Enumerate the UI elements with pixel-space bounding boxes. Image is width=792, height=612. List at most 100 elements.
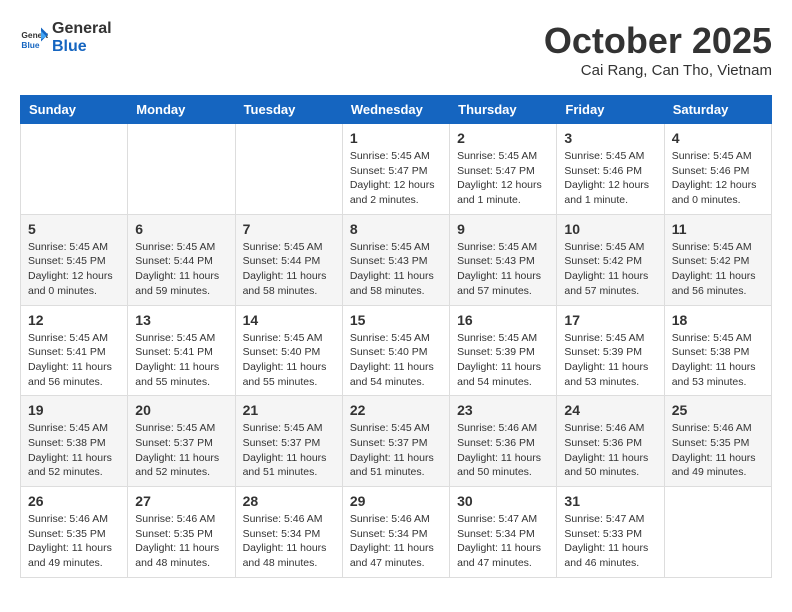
- calendar-cell: 13 Sunrise: 5:45 AM Sunset: 5:41 PM Dayli…: [128, 305, 235, 396]
- day-info: Sunrise: 5:45 AM Sunset: 5:39 PM Dayligh…: [457, 331, 549, 390]
- day-info: Sunrise: 5:45 AM Sunset: 5:38 PM Dayligh…: [672, 331, 764, 390]
- calendar-cell: 29 Sunrise: 5:46 AM Sunset: 5:34 PM Dayli…: [342, 487, 449, 578]
- calendar-cell: 31 Sunrise: 5:47 AM Sunset: 5:33 PM Dayli…: [557, 487, 664, 578]
- calendar-cell: 10 Sunrise: 5:45 AM Sunset: 5:42 PM Dayli…: [557, 214, 664, 305]
- day-info: Sunrise: 5:45 AM Sunset: 5:38 PM Dayligh…: [28, 421, 120, 480]
- calendar-week-row: 1 Sunrise: 5:45 AM Sunset: 5:47 PM Daylig…: [21, 124, 772, 215]
- day-number: 19: [28, 402, 120, 418]
- calendar-cell: 20Sunrise: 5:45 AM Sunset: 5:37 PM Dayli…: [128, 396, 235, 487]
- day-number: 5: [28, 221, 120, 237]
- logo-general-text: General: [52, 20, 112, 38]
- calendar-cell: 26 Sunrise: 5:46 AM Sunset: 5:35 PM Dayli…: [21, 487, 128, 578]
- day-info: Sunrise: 5:45 AM Sunset: 5:46 PM Dayligh…: [672, 149, 764, 208]
- day-info: Sunrise: 5:45 AM Sunset: 5:37 PM Dayligh…: [350, 421, 442, 480]
- day-number: 11: [672, 221, 764, 237]
- calendar-cell: 27 Sunrise: 5:46 AM Sunset: 5:35 PM Dayli…: [128, 487, 235, 578]
- day-info: Sunrise: 5:46 AM Sunset: 5:35 PM Dayligh…: [135, 512, 227, 571]
- day-number: 18: [672, 312, 764, 328]
- calendar-cell: 30Sunrise: 5:47 AM Sunset: 5:34 PM Dayli…: [450, 487, 557, 578]
- column-header-sunday: Sunday: [21, 96, 128, 124]
- column-header-monday: Monday: [128, 96, 235, 124]
- day-info: Sunrise: 5:45 AM Sunset: 5:42 PM Dayligh…: [672, 240, 764, 299]
- calendar-cell: 9 Sunrise: 5:45 AM Sunset: 5:43 PM Daylig…: [450, 214, 557, 305]
- logo: General Blue General Blue: [20, 20, 112, 55]
- calendar-cell: 11 Sunrise: 5:45 AM Sunset: 5:42 PM Dayli…: [664, 214, 771, 305]
- calendar-cell: 2 Sunrise: 5:45 AM Sunset: 5:47 PM Daylig…: [450, 124, 557, 215]
- day-info: Sunrise: 5:45 AM Sunset: 5:43 PM Dayligh…: [350, 240, 442, 299]
- day-number: 15: [350, 312, 442, 328]
- day-info: Sunrise: 5:45 AM Sunset: 5:47 PM Dayligh…: [350, 149, 442, 208]
- day-number: 9: [457, 221, 549, 237]
- calendar-cell: 22 Sunrise: 5:45 AM Sunset: 5:37 PM Dayli…: [342, 396, 449, 487]
- day-info: Sunrise: 5:47 AM Sunset: 5:33 PM Dayligh…: [564, 512, 656, 571]
- day-info: Sunrise: 5:45 AM Sunset: 5:43 PM Dayligh…: [457, 240, 549, 299]
- calendar-cell: 16 Sunrise: 5:45 AM Sunset: 5:39 PM Dayli…: [450, 305, 557, 396]
- day-number: 20: [135, 402, 227, 418]
- day-number: 13: [135, 312, 227, 328]
- calendar-cell: 28Sunrise: 5:46 AM Sunset: 5:34 PM Dayli…: [235, 487, 342, 578]
- day-number: 8: [350, 221, 442, 237]
- calendar-cell: 6 Sunrise: 5:45 AM Sunset: 5:44 PM Daylig…: [128, 214, 235, 305]
- calendar-header-row: SundayMondayTuesdayWednesdayThursdayFrid…: [21, 96, 772, 124]
- day-info: Sunrise: 5:46 AM Sunset: 5:34 PM Dayligh…: [350, 512, 442, 571]
- day-info: Sunrise: 5:46 AM Sunset: 5:36 PM Dayligh…: [457, 421, 549, 480]
- day-number: 31: [564, 493, 656, 509]
- day-number: 7: [243, 221, 335, 237]
- day-info: Sunrise: 5:45 AM Sunset: 5:42 PM Dayligh…: [564, 240, 656, 299]
- location-subtitle: Cai Rang, Can Tho, Vietnam: [544, 62, 772, 79]
- title-block: October 2025 Cai Rang, Can Tho, Vietnam: [544, 20, 772, 79]
- day-number: 21: [243, 402, 335, 418]
- day-info: Sunrise: 5:45 AM Sunset: 5:45 PM Dayligh…: [28, 240, 120, 299]
- column-header-friday: Friday: [557, 96, 664, 124]
- day-info: Sunrise: 5:45 AM Sunset: 5:47 PM Dayligh…: [457, 149, 549, 208]
- day-info: Sunrise: 5:45 AM Sunset: 5:40 PM Dayligh…: [350, 331, 442, 390]
- page-header: General Blue General Blue October 2025 C…: [20, 20, 772, 79]
- day-number: 30: [457, 493, 549, 509]
- calendar-cell: [21, 124, 128, 215]
- column-header-saturday: Saturday: [664, 96, 771, 124]
- day-info: Sunrise: 5:46 AM Sunset: 5:35 PM Dayligh…: [28, 512, 120, 571]
- calendar-cell: 8 Sunrise: 5:45 AM Sunset: 5:43 PM Daylig…: [342, 214, 449, 305]
- column-header-tuesday: Tuesday: [235, 96, 342, 124]
- calendar-cell: [235, 124, 342, 215]
- calendar-cell: 21Sunrise: 5:45 AM Sunset: 5:37 PM Dayli…: [235, 396, 342, 487]
- day-number: 26: [28, 493, 120, 509]
- logo-blue-text: Blue: [52, 38, 112, 56]
- calendar-cell: 17Sunrise: 5:45 AM Sunset: 5:39 PM Dayli…: [557, 305, 664, 396]
- day-number: 6: [135, 221, 227, 237]
- day-number: 16: [457, 312, 549, 328]
- day-info: Sunrise: 5:45 AM Sunset: 5:41 PM Dayligh…: [135, 331, 227, 390]
- day-info: Sunrise: 5:45 AM Sunset: 5:44 PM Dayligh…: [135, 240, 227, 299]
- day-info: Sunrise: 5:45 AM Sunset: 5:46 PM Dayligh…: [564, 149, 656, 208]
- calendar-week-row: 12 Sunrise: 5:45 AM Sunset: 5:41 PM Dayli…: [21, 305, 772, 396]
- calendar-cell: 25Sunrise: 5:46 AM Sunset: 5:35 PM Dayli…: [664, 396, 771, 487]
- day-number: 10: [564, 221, 656, 237]
- calendar-cell: 1 Sunrise: 5:45 AM Sunset: 5:47 PM Daylig…: [342, 124, 449, 215]
- day-number: 12: [28, 312, 120, 328]
- calendar-cell: 23Sunrise: 5:46 AM Sunset: 5:36 PM Dayli…: [450, 396, 557, 487]
- day-number: 25: [672, 402, 764, 418]
- calendar-cell: 19 Sunrise: 5:45 AM Sunset: 5:38 PM Dayli…: [21, 396, 128, 487]
- day-number: 17: [564, 312, 656, 328]
- calendar-week-row: 19 Sunrise: 5:45 AM Sunset: 5:38 PM Dayli…: [21, 396, 772, 487]
- calendar-cell: 15 Sunrise: 5:45 AM Sunset: 5:40 PM Dayli…: [342, 305, 449, 396]
- calendar-cell: 24Sunrise: 5:46 AM Sunset: 5:36 PM Dayli…: [557, 396, 664, 487]
- day-number: 27: [135, 493, 227, 509]
- day-number: 14: [243, 312, 335, 328]
- day-number: 1: [350, 130, 442, 146]
- calendar-table: SundayMondayTuesdayWednesdayThursdayFrid…: [20, 95, 772, 578]
- day-info: Sunrise: 5:45 AM Sunset: 5:44 PM Dayligh…: [243, 240, 335, 299]
- day-number: 22: [350, 402, 442, 418]
- calendar-cell: [664, 487, 771, 578]
- day-number: 29: [350, 493, 442, 509]
- column-header-thursday: Thursday: [450, 96, 557, 124]
- day-info: Sunrise: 5:45 AM Sunset: 5:41 PM Dayligh…: [28, 331, 120, 390]
- calendar-cell: 12 Sunrise: 5:45 AM Sunset: 5:41 PM Dayli…: [21, 305, 128, 396]
- calendar-cell: 3Sunrise: 5:45 AM Sunset: 5:46 PM Daylig…: [557, 124, 664, 215]
- day-info: Sunrise: 5:46 AM Sunset: 5:36 PM Dayligh…: [564, 421, 656, 480]
- day-number: 2: [457, 130, 549, 146]
- calendar-cell: 4 Sunrise: 5:45 AM Sunset: 5:46 PM Daylig…: [664, 124, 771, 215]
- day-number: 4: [672, 130, 764, 146]
- day-info: Sunrise: 5:46 AM Sunset: 5:34 PM Dayligh…: [243, 512, 335, 571]
- calendar-cell: 18 Sunrise: 5:45 AM Sunset: 5:38 PM Dayli…: [664, 305, 771, 396]
